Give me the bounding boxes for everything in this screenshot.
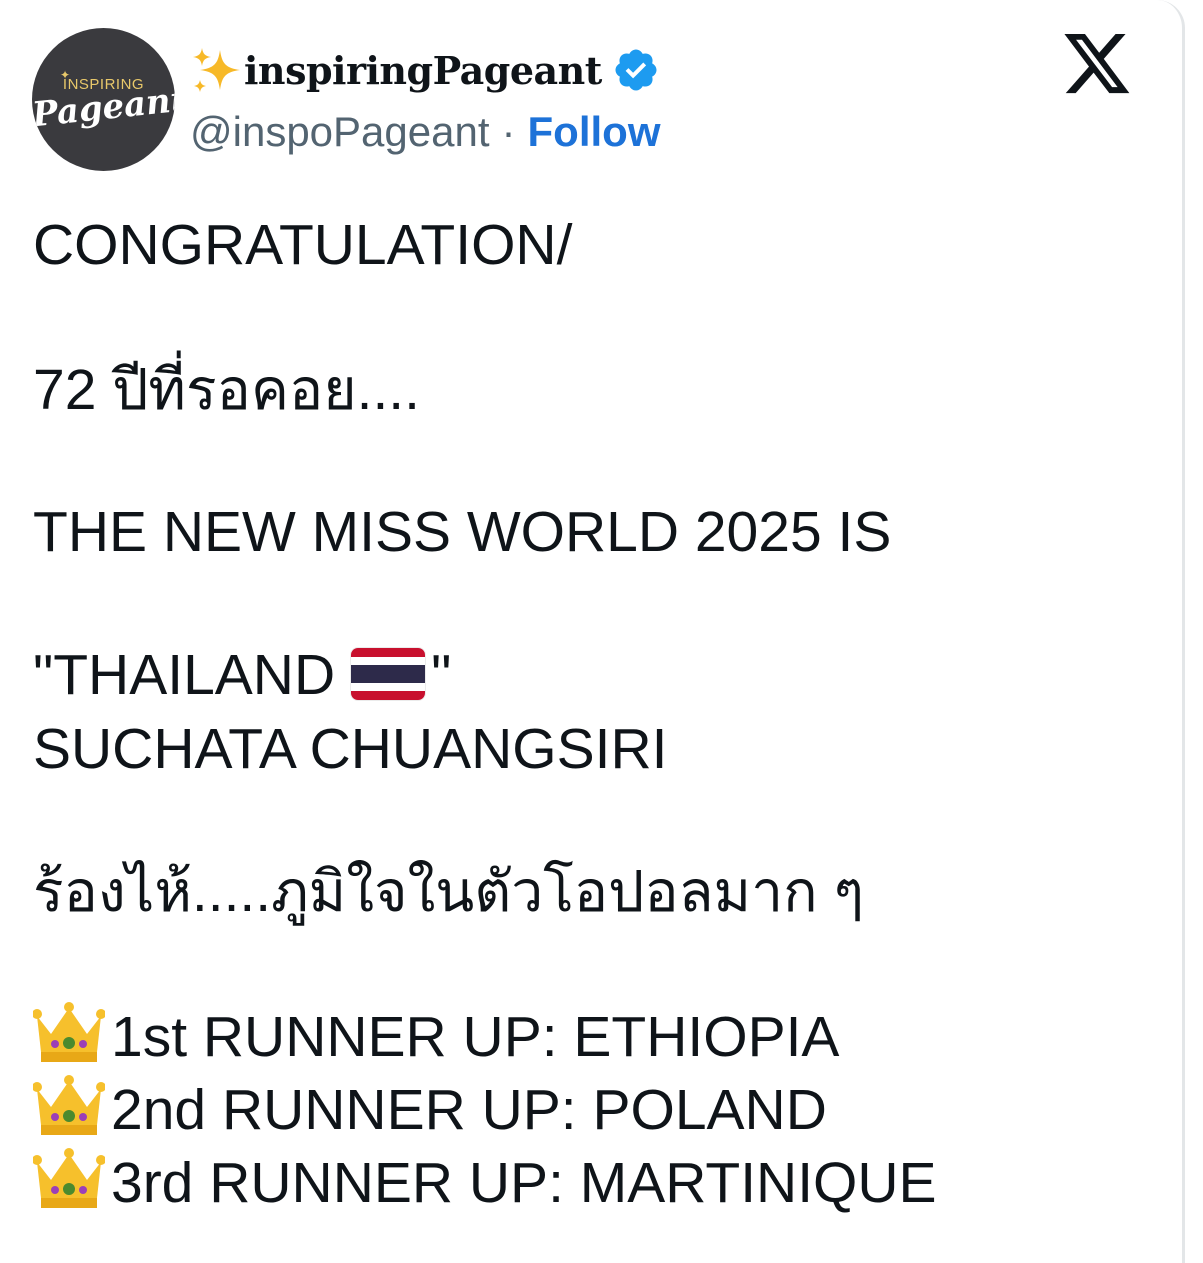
thailand-flag-icon: [351, 648, 426, 700]
runner-up-label: 3rd RUNNER UP: MARTINIQUE: [111, 1151, 937, 1215]
runner-up-2: 2nd RUNNER UP: POLAND: [33, 1075, 827, 1145]
post-line-congratulation: CONGRATULATION/: [33, 213, 573, 277]
runner-up-label: 2nd RUNNER UP: POLAND: [111, 1078, 827, 1142]
runner-up-3: 3rd RUNNER UP: MARTINIQUE: [33, 1148, 937, 1218]
crown-icon: [33, 1002, 105, 1062]
country-quote-close: ": [431, 643, 452, 707]
sparkles-icon: [193, 48, 240, 92]
author-handle[interactable]: @inspoPageant: [190, 108, 490, 156]
verified-badge-icon: [615, 49, 657, 91]
post-line-country: "THAILAND ": [33, 640, 451, 710]
post-line-announcement: THE NEW MISS WORLD 2025 IS: [33, 500, 892, 564]
runner-up-1: 1st RUNNER UP: ETHIOPIA: [33, 1002, 839, 1072]
country-text: "THAILAND: [33, 643, 336, 707]
post-card: ✦ INSPIRING Pageant inspiringPageant @in…: [0, 0, 1185, 1263]
author-handle-row: @inspoPageant · Follow: [190, 104, 661, 160]
post-line-thai-waiting: 72 ปีที่รอคอย....: [33, 358, 420, 422]
post-line-winner-name: SUCHATA CHUANGSIRI: [33, 717, 668, 781]
crown-icon: [33, 1075, 105, 1135]
author-name-row[interactable]: inspiringPageant: [190, 42, 660, 98]
runner-up-label: 1st RUNNER UP: ETHIOPIA: [111, 1005, 840, 1069]
separator-dot: ·: [501, 108, 516, 155]
follow-button[interactable]: Follow: [528, 108, 661, 156]
crown-icon: [33, 1148, 105, 1208]
author-display-name[interactable]: inspiringPageant: [244, 48, 602, 93]
x-logo-icon[interactable]: [1064, 34, 1132, 96]
avatar[interactable]: ✦ INSPIRING Pageant: [32, 28, 175, 171]
post-line-thai-proud: ร้องไห้.....ภูมิใจในตัวโอปอลมาก ๆ: [33, 860, 865, 924]
